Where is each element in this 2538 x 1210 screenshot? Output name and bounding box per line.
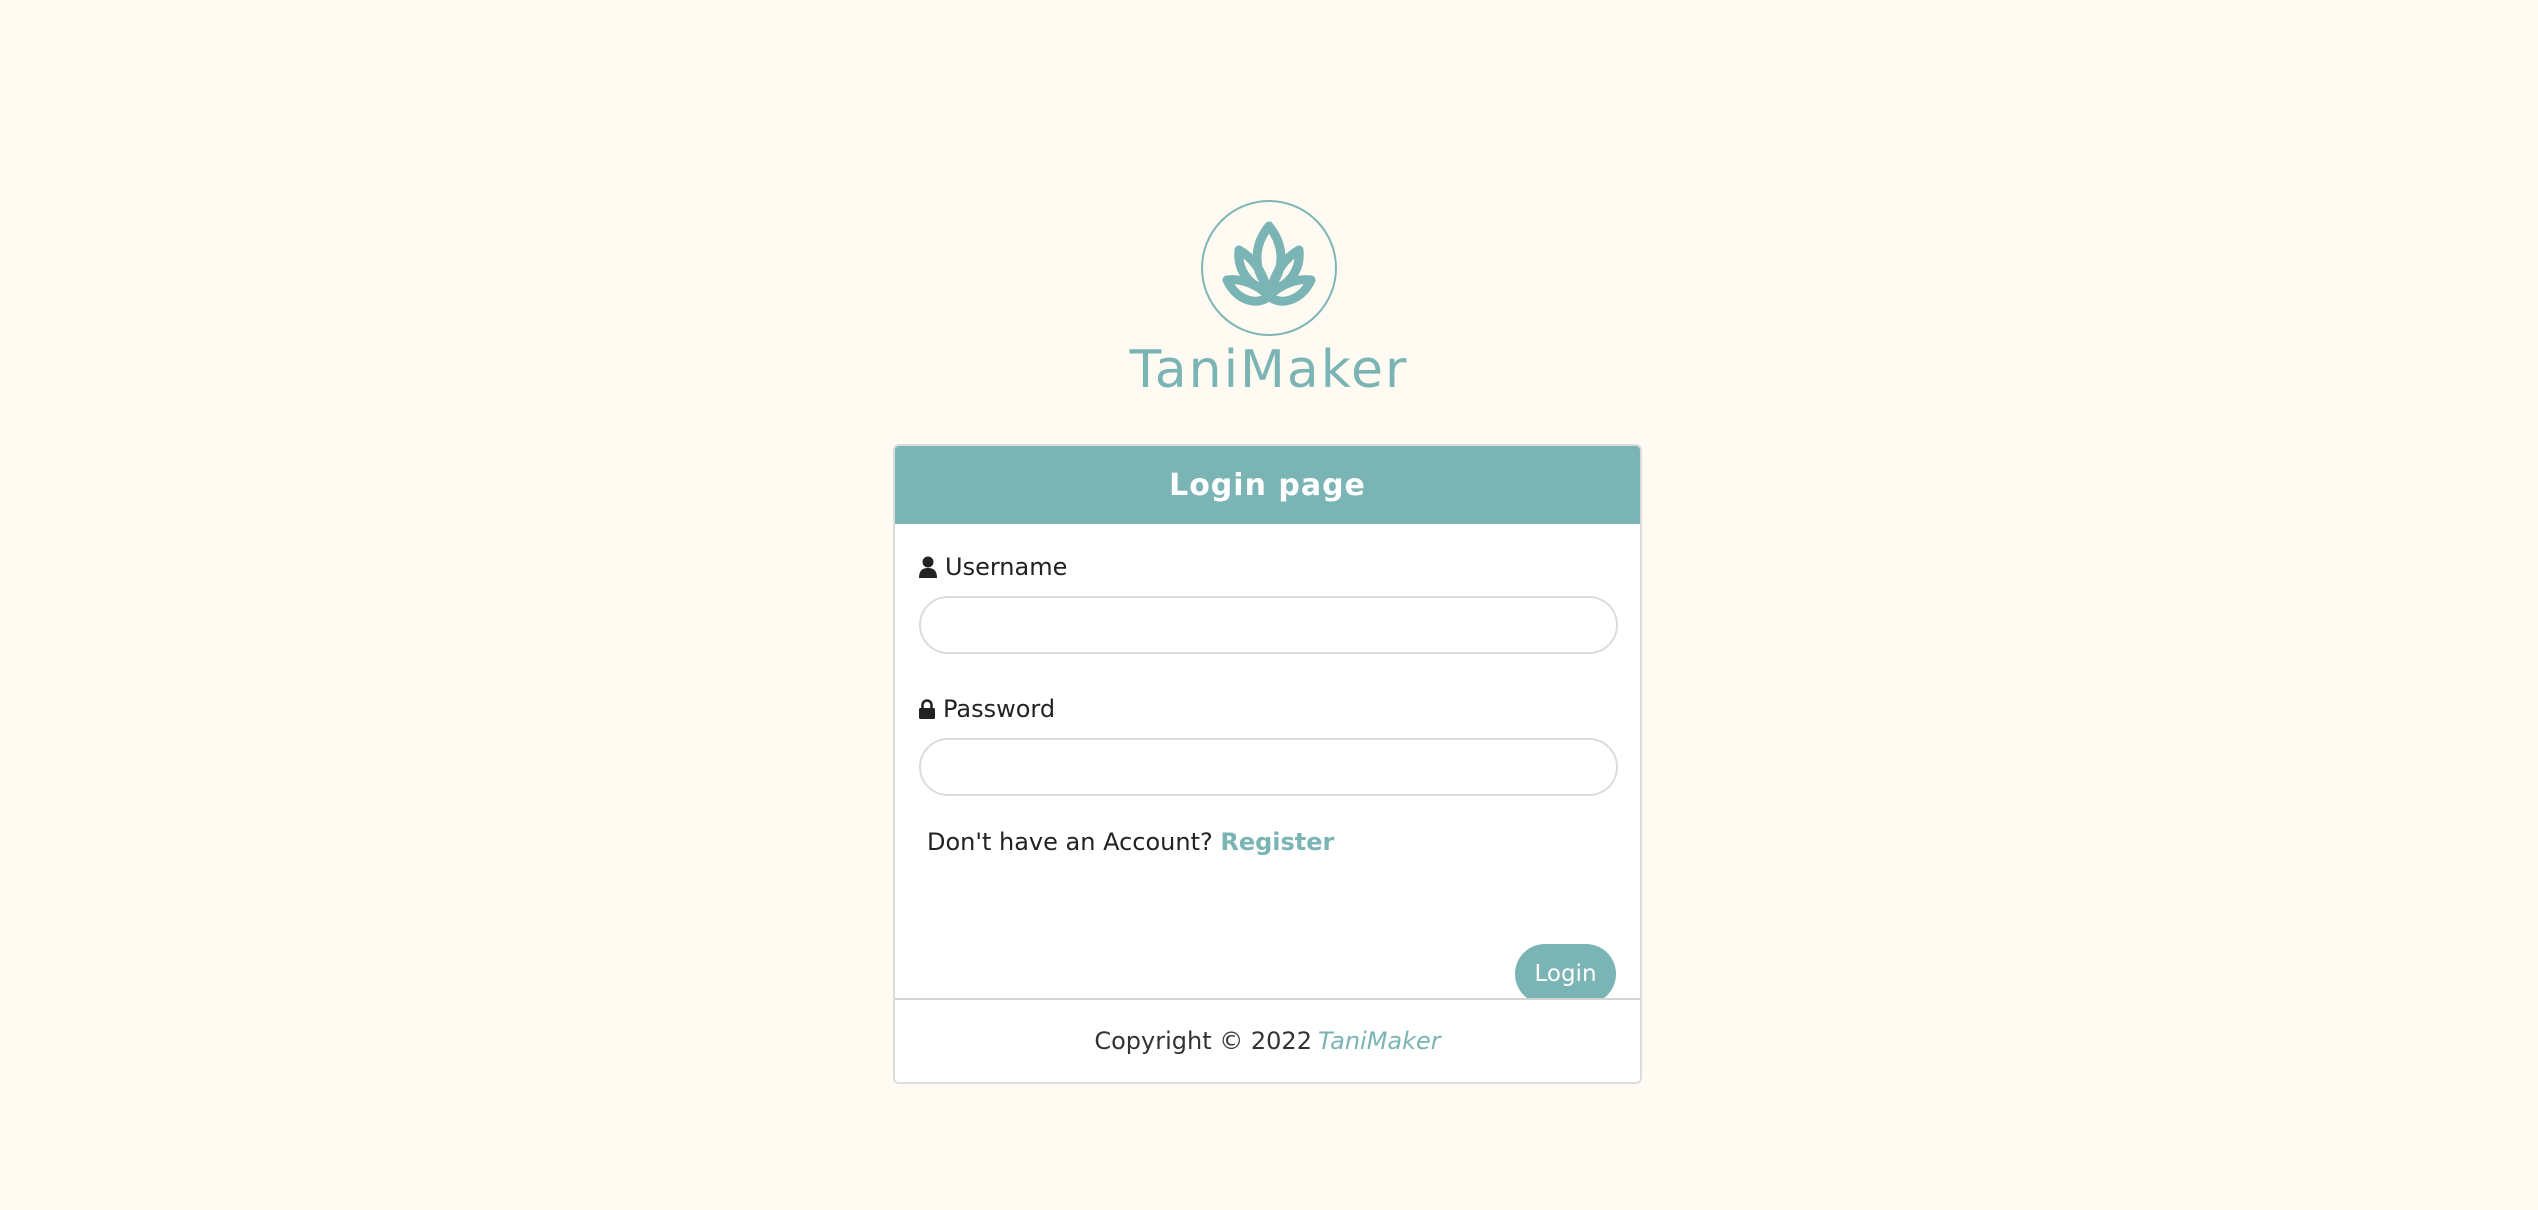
password-label: Password	[919, 694, 1616, 724]
register-prompt-text: Don't have an Account?	[927, 828, 1213, 856]
username-label-text: Username	[945, 553, 1068, 581]
brand-name: TaniMaker	[1129, 340, 1409, 400]
page-title: Login page	[1169, 467, 1366, 503]
register-prompt: Don't have an Account? Register	[927, 828, 1616, 856]
username-input[interactable]	[919, 596, 1618, 654]
lotus-icon	[1219, 218, 1319, 318]
lock-icon	[919, 699, 935, 719]
brand-header: TaniMaker	[0, 200, 2538, 400]
password-input[interactable]	[919, 738, 1618, 796]
login-card: Login page Username Password Don't have …	[893, 444, 1642, 1084]
password-label-text: Password	[943, 695, 1056, 723]
login-form: Username Password Don't have an Account?…	[895, 524, 1640, 1004]
username-label: Username	[919, 552, 1616, 582]
footer-brand: TaniMaker	[1317, 1027, 1441, 1055]
logo	[1201, 200, 1337, 336]
user-icon	[919, 556, 937, 578]
login-button[interactable]: Login	[1515, 944, 1616, 1004]
copyright-text: Copyright © 2022	[1094, 1027, 1312, 1055]
register-link[interactable]: Register	[1220, 828, 1334, 856]
card-footer: Copyright © 2022 TaniMaker	[895, 998, 1640, 1082]
login-card-header: Login page	[895, 446, 1640, 524]
